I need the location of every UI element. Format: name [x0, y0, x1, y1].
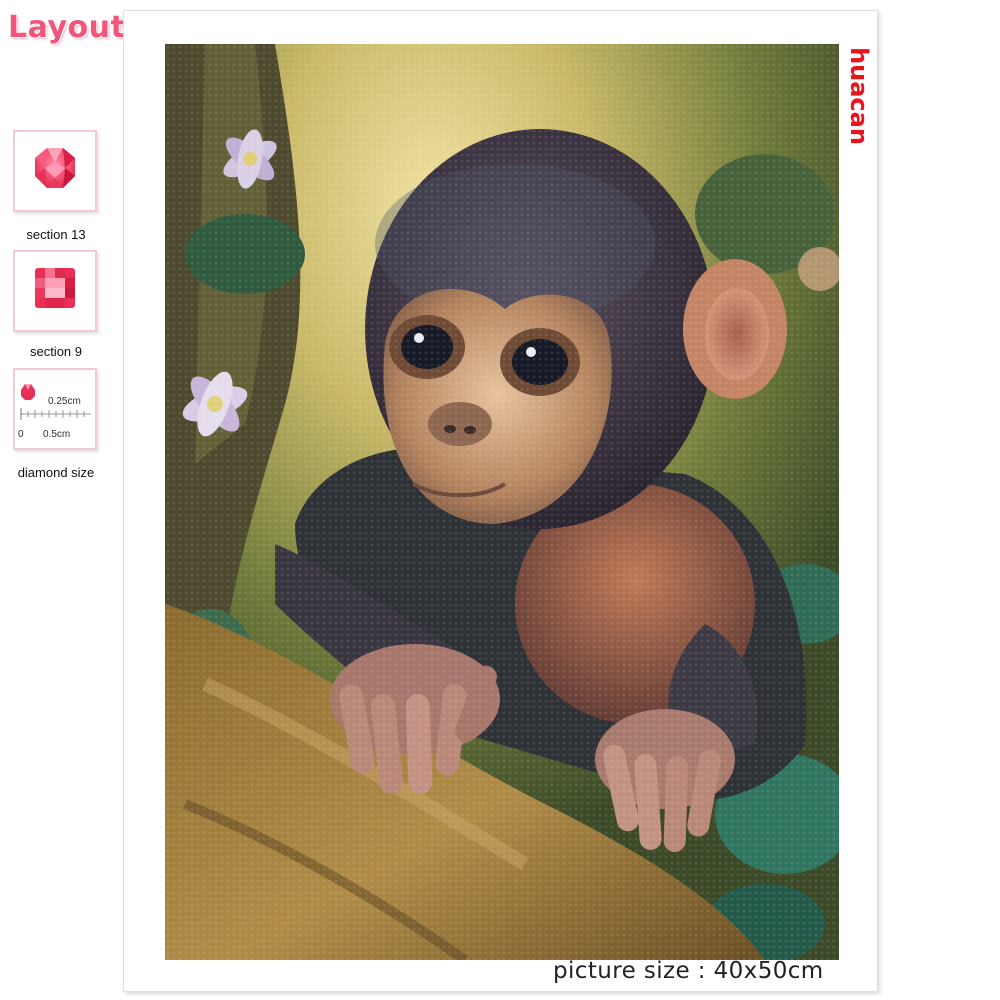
square-diamond-swatch [13, 250, 97, 332]
swatch-label-section-13: section 13 [26, 227, 86, 242]
swatch-label-section-9: section 9 [29, 344, 83, 359]
layout-title: Layout [8, 10, 126, 45]
picture-size-caption: picture size : 40x50cm [553, 958, 824, 984]
monkey-artwork-image [165, 44, 839, 960]
diamond-size-ruler: 0.25cm 0 0.5cm [13, 368, 97, 450]
round-diamond-swatch [13, 130, 97, 212]
monkey-painting [165, 44, 839, 960]
round-diamond-icon [35, 148, 75, 188]
ruler-start-label: 0 [18, 429, 24, 440]
drill-width-label: 0.25cm [48, 396, 81, 407]
diamond-size-label: diamond size [17, 465, 95, 480]
brand-logo: huacan [842, 44, 876, 148]
brand-name: huacan [845, 47, 873, 145]
ruler-mark-label: 0.5cm [43, 429, 71, 440]
square-diamond-icon [35, 268, 75, 308]
